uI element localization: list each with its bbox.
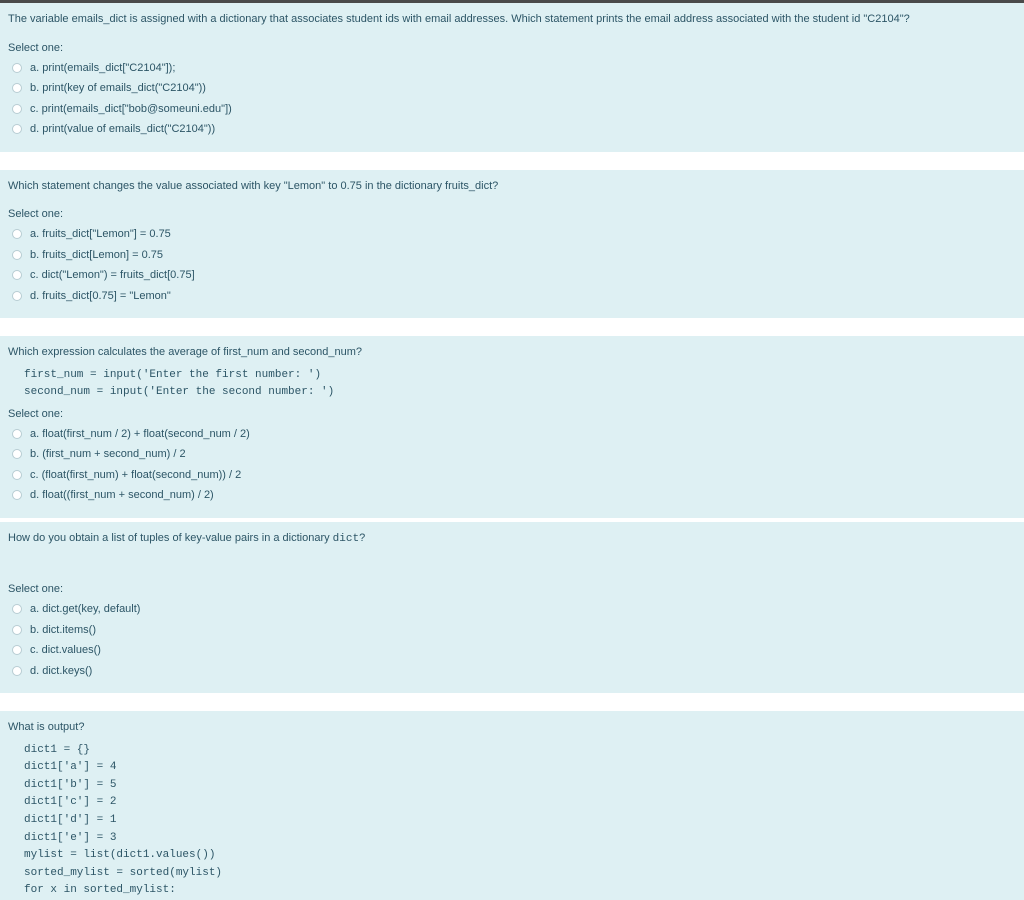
option-row: b. print(key of emails_dict("C2104")) xyxy=(8,78,1016,99)
option-row: b. (first_num + second_num) / 2 xyxy=(8,444,1016,465)
radio-button[interactable] xyxy=(12,490,22,500)
radio-button[interactable] xyxy=(12,625,22,635)
option-text: b. fruits_dict[Lemon] = 0.75 xyxy=(30,247,163,264)
select-one-label: Select one: xyxy=(8,42,1016,54)
block-divider xyxy=(0,318,1024,336)
question-block: The variable emails_dict is assigned wit… xyxy=(0,3,1024,152)
question-prompt: How do you obtain a list of tuples of ke… xyxy=(8,530,1016,548)
question-prompt: The variable emails_dict is assigned wit… xyxy=(8,11,1016,28)
options-list: a. print(emails_dict["C2104"]); b. print… xyxy=(8,58,1016,140)
option-row: d. dict.keys() xyxy=(8,661,1016,682)
option-row: c. dict("Lemon") = fruits_dict[0.75] xyxy=(8,265,1016,286)
spacer xyxy=(8,561,1016,583)
question-prompt: Which expression calculates the average … xyxy=(8,344,1016,361)
option-row: a. fruits_dict["Lemon"] = 0.75 xyxy=(8,224,1016,245)
option-text: b. print(key of emails_dict("C2104")) xyxy=(30,80,206,97)
option-row: c. dict.values() xyxy=(8,640,1016,661)
radio-button[interactable] xyxy=(12,645,22,655)
option-text: a. fruits_dict["Lemon"] = 0.75 xyxy=(30,226,171,243)
radio-button[interactable] xyxy=(12,666,22,676)
radio-button[interactable] xyxy=(12,291,22,301)
option-text: c. dict.values() xyxy=(30,642,101,659)
option-text: a. dict.get(key, default) xyxy=(30,601,140,618)
question-block: Which statement changes the value associ… xyxy=(0,170,1024,319)
block-divider xyxy=(0,152,1024,170)
radio-button[interactable] xyxy=(12,250,22,260)
option-text: a. print(emails_dict["C2104"]); xyxy=(30,60,175,77)
question-block: Which expression calculates the average … xyxy=(0,336,1024,518)
radio-button[interactable] xyxy=(12,104,22,114)
radio-button[interactable] xyxy=(12,124,22,134)
option-text: d. print(value of emails_dict("C2104")) xyxy=(30,121,215,138)
option-row: d. float((first_num + second_num) / 2) xyxy=(8,485,1016,506)
question-block: How do you obtain a list of tuples of ke… xyxy=(0,522,1024,694)
options-list: a. dict.get(key, default) b. dict.items(… xyxy=(8,599,1016,681)
option-text: c. print(emails_dict["bob@someuni.edu"]) xyxy=(30,101,232,118)
option-text: b. (first_num + second_num) / 2 xyxy=(30,446,186,463)
option-row: d. fruits_dict[0.75] = "Lemon" xyxy=(8,286,1016,307)
option-row: a. dict.get(key, default) xyxy=(8,599,1016,620)
option-row: b. dict.items() xyxy=(8,620,1016,641)
question-prompt: Which statement changes the value associ… xyxy=(8,178,1016,195)
radio-button[interactable] xyxy=(12,449,22,459)
option-row: c. (float(first_num) + float(second_num)… xyxy=(8,465,1016,486)
option-text: c. (float(first_num) + float(second_num)… xyxy=(30,467,241,484)
option-row: c. print(emails_dict["bob@someuni.edu"]) xyxy=(8,99,1016,120)
option-row: b. fruits_dict[Lemon] = 0.75 xyxy=(8,245,1016,266)
radio-button[interactable] xyxy=(12,470,22,480)
block-divider xyxy=(0,693,1024,711)
option-text: b. dict.items() xyxy=(30,622,96,639)
code-snippet: first_num = input('Enter the first numbe… xyxy=(24,367,1016,402)
radio-button[interactable] xyxy=(12,270,22,280)
select-one-label: Select one: xyxy=(8,208,1016,220)
radio-button[interactable] xyxy=(12,429,22,439)
question-block: What is output? dict1 = {} dict1['a'] = … xyxy=(0,711,1024,900)
option-text: a. float(first_num / 2) + float(second_n… xyxy=(30,426,250,443)
option-text: d. dict.keys() xyxy=(30,663,92,680)
option-row: d. print(value of emails_dict("C2104")) xyxy=(8,119,1016,140)
option-row: a. float(first_num / 2) + float(second_n… xyxy=(8,424,1016,445)
select-one-label: Select one: xyxy=(8,408,1016,420)
question-prompt: What is output? xyxy=(8,719,1016,736)
radio-button[interactable] xyxy=(12,229,22,239)
option-text: c. dict("Lemon") = fruits_dict[0.75] xyxy=(30,267,195,284)
radio-button[interactable] xyxy=(12,604,22,614)
option-text: d. fruits_dict[0.75] = "Lemon" xyxy=(30,288,171,305)
option-text: d. float((first_num + second_num) / 2) xyxy=(30,487,214,504)
options-list: a. fruits_dict["Lemon"] = 0.75 b. fruits… xyxy=(8,224,1016,306)
radio-button[interactable] xyxy=(12,83,22,93)
select-one-label: Select one: xyxy=(8,583,1016,595)
options-list: a. float(first_num / 2) + float(second_n… xyxy=(8,424,1016,506)
code-snippet: dict1 = {} dict1['a'] = 4 dict1['b'] = 5… xyxy=(24,742,1016,900)
option-row: a. print(emails_dict["C2104"]); xyxy=(8,58,1016,79)
radio-button[interactable] xyxy=(12,63,22,73)
